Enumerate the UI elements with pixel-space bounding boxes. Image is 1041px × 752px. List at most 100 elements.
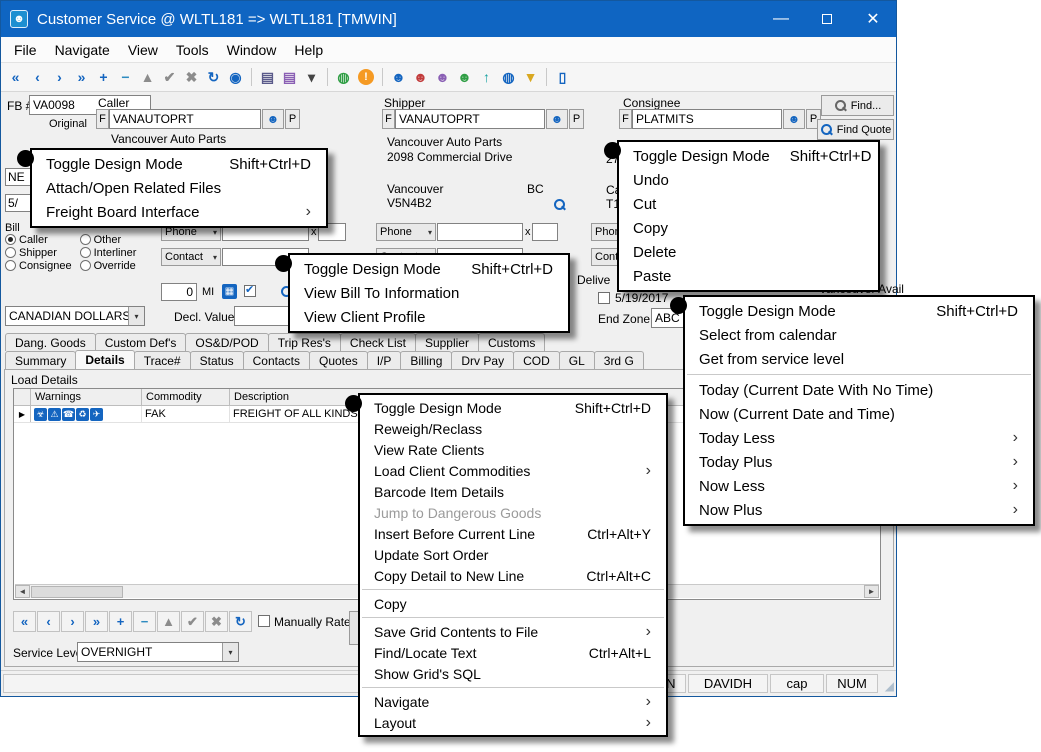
menu-item[interactable]: Today (Current Date With No Time) [685, 378, 1033, 402]
resize-grip-icon[interactable]: ◢ [880, 674, 894, 693]
scrollbar-thumb[interactable] [31, 586, 123, 598]
menu-item[interactable]: Insert Before Current LineCtrl+Alt+Y [360, 523, 666, 544]
menu-item[interactable]: Save Grid Contents to File› [360, 621, 666, 642]
menu-item[interactable]: Undo [619, 168, 878, 192]
menu-item[interactable]: View Bill To Information [290, 281, 568, 305]
tab-details[interactable]: Details [75, 350, 134, 369]
menu-item[interactable]: Today Less› [685, 426, 1033, 450]
carrier-icon[interactable]: ☻ [432, 67, 453, 88]
menu-item[interactable]: Copy Detail to New LineCtrl+Alt+C [360, 565, 666, 586]
delivery-date-checkbox[interactable] [598, 292, 610, 304]
tab-cod[interactable]: COD [513, 351, 560, 369]
delete-record-icon[interactable]: − [133, 611, 156, 632]
last-record-icon[interactable]: » [85, 611, 108, 632]
prior-record-icon[interactable]: ‹ [37, 611, 60, 632]
menu-item[interactable]: Update Sort Order [360, 544, 666, 565]
delivery-date-value[interactable]: 5/19/2017 [615, 291, 668, 305]
maximize-button[interactable] [804, 1, 850, 37]
post-edit-icon[interactable]: ✔ [181, 611, 204, 632]
shipper-phone-type-dropdown[interactable]: Phone▾ [376, 223, 436, 241]
menu-item[interactable]: Get from service level [685, 347, 1033, 371]
close-button[interactable]: ✕ [850, 1, 896, 37]
filter-icon[interactable]: ▼ [520, 67, 541, 88]
menu-item[interactable]: Show Grid's SQL [360, 663, 666, 684]
edit-record-icon[interactable]: ▲ [157, 611, 180, 632]
globe-icon[interactable]: ◍ [498, 67, 519, 88]
next-record-icon[interactable]: › [49, 67, 70, 88]
consignee-f-button[interactable]: F [619, 109, 632, 129]
menu-item[interactable]: Layout› [360, 712, 666, 733]
customer-icon[interactable]: ☻ [388, 67, 409, 88]
radio-override[interactable]: Override [80, 259, 137, 272]
menu-window[interactable]: Window [218, 39, 286, 61]
menu-item[interactable]: Find/Locate TextCtrl+Alt+L [360, 642, 666, 663]
tab-check-list[interactable]: Check List [340, 333, 416, 351]
tab-trace-[interactable]: Trace# [134, 351, 191, 369]
menu-item[interactable]: Now (Current Date and Time) [685, 402, 1033, 426]
scroll-right-icon[interactable]: ► [864, 585, 879, 598]
menu-item[interactable]: Toggle Design ModeShift+Ctrl+D [290, 257, 568, 281]
mileage-calc-icon[interactable]: ▦ [222, 284, 237, 299]
date-field-fragment[interactable]: 5/ [5, 194, 31, 212]
minimize-button[interactable]: — [758, 1, 804, 37]
cancel-edit-icon[interactable]: ✖ [205, 611, 228, 632]
tab-supplier[interactable]: Supplier [415, 333, 479, 351]
tab-i-p[interactable]: I/P [367, 351, 402, 369]
menu-item[interactable]: Delete [619, 240, 878, 264]
tab-dang-goods[interactable]: Dang. Goods [5, 333, 96, 351]
edit-record-icon[interactable]: ▲ [137, 67, 158, 88]
tab-os-d-pod[interactable]: OS&D/POD [185, 333, 268, 351]
first-record-icon[interactable]: « [13, 611, 36, 632]
radio-shipper[interactable]: Shipper [5, 246, 72, 259]
consignee-code-input[interactable]: PLATMITS [632, 109, 782, 129]
tab-trip-res-s[interactable]: Trip Res's [268, 333, 341, 351]
find-button[interactable]: Find... [821, 95, 894, 116]
menu-item[interactable]: View Rate Clients [360, 439, 666, 460]
insert-record-icon[interactable]: + [93, 67, 114, 88]
contacts-icon[interactable]: ☻ [454, 67, 475, 88]
menu-item[interactable]: Select from calendar [685, 323, 1033, 347]
menu-item[interactable]: Copy [619, 216, 878, 240]
consignee-profile-button[interactable]: ☻ [783, 109, 805, 129]
menu-item[interactable]: Toggle Design ModeShift+Ctrl+D [32, 152, 326, 176]
dispatch-up-icon[interactable]: ↑ [476, 67, 497, 88]
caller-contact-dropdown[interactable]: Contact▾ [161, 248, 221, 266]
prior-record-icon[interactable]: ‹ [27, 67, 48, 88]
menu-item[interactable]: Copy [360, 593, 666, 614]
tab-custom-def-s[interactable]: Custom Def's [95, 333, 187, 351]
status-field-fragment[interactable]: NE [5, 168, 31, 186]
info-icon[interactable]: ! [358, 69, 374, 85]
view-search-icon[interactable]: ◉ [225, 67, 246, 88]
shipper-profile-button[interactable]: ☻ [546, 109, 568, 129]
menu-view[interactable]: View [119, 39, 167, 61]
refresh-icon[interactable]: ↻ [203, 67, 224, 88]
next-record-icon[interactable]: › [61, 611, 84, 632]
tab-billing[interactable]: Billing [400, 351, 452, 369]
shipper-ext-input[interactable] [532, 223, 558, 241]
miles-input[interactable]: 0 [161, 283, 197, 301]
shipper-phone-input[interactable] [437, 223, 523, 241]
menu-item[interactable]: Toggle Design ModeShift+Ctrl+D [685, 299, 1033, 323]
last-record-icon[interactable]: » [71, 67, 92, 88]
manually-rated-checkbox[interactable] [258, 615, 270, 627]
menu-item[interactable]: Freight Board Interface› [32, 200, 326, 224]
shipper-code-input[interactable]: VANAUTOPRT [395, 109, 545, 129]
menu-item[interactable]: Reweigh/Reclass [360, 418, 666, 439]
tab-drv-pay[interactable]: Drv Pay [451, 351, 514, 369]
print-preview-icon[interactable]: ▤ [279, 67, 300, 88]
scroll-left-icon[interactable]: ◄ [15, 585, 30, 598]
tab-quotes[interactable]: Quotes [309, 351, 368, 369]
service-level-dropdown[interactable]: OVERNIGHT▾ [77, 642, 239, 662]
menu-tools[interactable]: Tools [167, 39, 218, 61]
menu-file[interactable]: File [5, 39, 46, 61]
find-quote-button[interactable]: Find Quote [817, 119, 894, 140]
refresh-icon[interactable]: ↻ [229, 611, 252, 632]
shipper-f-button[interactable]: F [382, 109, 395, 129]
radio-other[interactable]: Other [80, 233, 137, 246]
tab-gl[interactable]: GL [559, 351, 595, 369]
first-record-icon[interactable]: « [5, 67, 26, 88]
caller-code-input[interactable]: VANAUTOPRT [109, 109, 261, 129]
driver-icon[interactable]: ☻ [410, 67, 431, 88]
menu-item[interactable]: Cut [619, 192, 878, 216]
radio-caller[interactable]: Caller [5, 233, 72, 246]
